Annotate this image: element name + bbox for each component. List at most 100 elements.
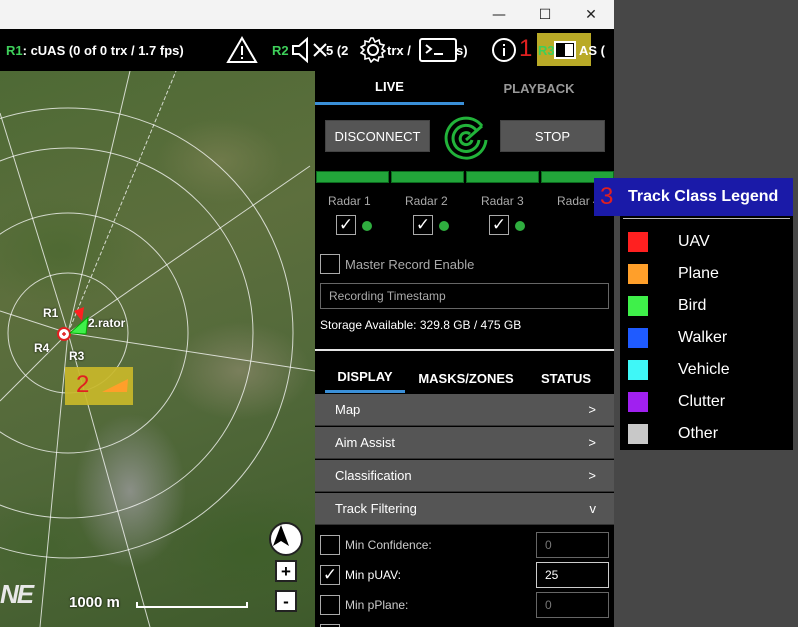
radar-1-column: Radar 1 ✓	[328, 194, 388, 235]
radar-2-health-bar	[391, 171, 464, 183]
min-pplane-label: Min pPlane:	[345, 598, 409, 612]
radar-2-checkbox[interactable]: ✓	[413, 215, 433, 235]
accordion-track-filtering-label: Track Filtering	[335, 501, 417, 516]
map-label-r3: R3	[69, 349, 85, 363]
legend-header: Track Class Legend	[620, 178, 793, 216]
accordion-classification-label: Classification	[335, 468, 412, 483]
map-scale-label: 1000 m	[69, 594, 120, 611]
storage-available-text: Storage Available: 329.8 GB / 475 GB	[320, 318, 522, 332]
min-puav-input[interactable]: 25	[536, 562, 609, 588]
min-confidence-input[interactable]: 0	[536, 532, 609, 558]
legend-swatch	[628, 360, 648, 380]
legend-label: Bird	[678, 297, 707, 314]
radar-2-id: R2	[272, 42, 289, 58]
legend-item: Plane	[628, 261, 719, 287]
radar-2-status[interactable]: 5 (2	[326, 29, 348, 71]
warning-icon[interactable]	[226, 29, 258, 71]
disconnect-button[interactable]: DISCONNECT	[325, 120, 430, 152]
screen: — ☐ ✕ R1 : cUAS (0 of 0 trx / 1.7 fps) R…	[0, 0, 798, 627]
gear-icon[interactable]	[360, 29, 386, 71]
radar-2-text: 5 (2	[326, 42, 349, 58]
radar-3-label: Radar 3	[481, 194, 524, 208]
legend-item: UAV	[628, 229, 710, 255]
legend-swatch	[628, 392, 648, 412]
radar-3-health-bar	[466, 171, 539, 183]
radar-1-health-bar	[316, 171, 389, 183]
tab-playback[interactable]: PLAYBACK	[464, 71, 614, 105]
radar-1-status[interactable]: R1 : cUAS (0 of 0 trx / 1.7 fps)	[6, 29, 184, 71]
track-class-legend: Track Class Legend UAV Plane Bird Walker	[620, 178, 793, 450]
legend-label: Clutter	[678, 393, 726, 410]
toggle-panel-icon[interactable]	[553, 29, 577, 71]
radar-2-id-wrap: R2	[272, 29, 289, 71]
legend-label: UAV	[678, 233, 710, 250]
stop-button[interactable]: STOP	[500, 120, 605, 152]
map-label-r4: R4	[34, 341, 50, 355]
legend-swatch	[628, 264, 648, 284]
chevron-right-icon: >	[588, 468, 596, 483]
radar-1-checkbox[interactable]: ✓	[336, 215, 356, 235]
radar-3-checkbox[interactable]: ✓	[489, 215, 509, 235]
chevron-down-icon: v	[589, 501, 597, 516]
radar-1-label: Radar 1	[328, 194, 371, 208]
min-pplane-input[interactable]: 0	[536, 592, 609, 618]
map-scale-bar	[136, 602, 248, 608]
accordion-aim-assist[interactable]: Aim Assist >	[315, 427, 614, 459]
chevron-right-icon: >	[588, 402, 596, 417]
close-button[interactable]: ✕	[568, 0, 614, 29]
legend-label: Walker	[678, 329, 728, 346]
legend-item: Vehicle	[628, 357, 730, 383]
master-record-checkbox[interactable]	[320, 254, 340, 274]
info-icon[interactable]	[491, 29, 517, 71]
filter-min-confidence: Min Confidence: 0	[315, 532, 614, 560]
legend-item: Other	[628, 421, 718, 447]
min-puav-checkbox[interactable]: ✓	[320, 565, 340, 585]
legend-label: Other	[678, 425, 719, 442]
radar-3-text: AS (	[579, 42, 605, 58]
title-bar: — ☐ ✕	[0, 0, 614, 29]
accordion-classification[interactable]: Classification >	[315, 460, 614, 492]
min-pplane-checkbox[interactable]	[320, 595, 340, 615]
radar-1-id: R1	[6, 42, 23, 58]
brand-logo: NE	[0, 579, 34, 609]
legend-item: Walker	[628, 325, 727, 351]
recording-timestamp-input[interactable]: Recording Timestamp	[320, 283, 609, 309]
min-confidence-checkbox[interactable]	[320, 535, 340, 555]
radar-3-text-wrap: AS (	[579, 29, 605, 71]
map-view[interactable]: R1 2.rator R4 R3 2 + - NE 1000 m	[0, 71, 315, 627]
radar-2-status-dot	[439, 221, 449, 231]
tab-status[interactable]: STATUS	[529, 363, 603, 393]
plane-track-marker[interactable]	[99, 376, 131, 396]
min-confidence-label: Min Confidence:	[345, 538, 432, 552]
bird-track-marker[interactable]	[68, 315, 89, 335]
tab-masks-zones[interactable]: MASKS/ZONES	[411, 363, 521, 393]
radar-1-text: : cUAS (0 of 0 trx / 1.7 fps)	[22, 42, 184, 58]
accordion-map-label: Map	[335, 402, 361, 417]
zoom-out-button[interactable]: -	[275, 590, 297, 612]
legend-label: Plane	[678, 265, 719, 282]
master-record-label: Master Record Enable	[345, 257, 475, 272]
tab-live[interactable]: LIVE	[315, 71, 464, 105]
compass-icon[interactable]	[269, 522, 303, 556]
minimize-button[interactable]: —	[476, 0, 522, 29]
legend-swatch	[628, 328, 648, 348]
chevron-right-icon: >	[588, 435, 596, 450]
app-window: — ☐ ✕ R1 : cUAS (0 of 0 trx / 1.7 fps) R…	[0, 0, 614, 627]
zoom-in-button[interactable]: +	[275, 560, 297, 582]
radar-2-text-c: s)	[456, 42, 468, 58]
recording-timestamp-placeholder: Recording Timestamp	[329, 289, 446, 303]
maximize-button[interactable]: ☐	[522, 0, 568, 29]
legend-swatch	[628, 296, 648, 316]
radar-2-text-b-wrap: trx /	[387, 29, 411, 71]
mute-icon[interactable]	[290, 29, 330, 71]
radar-3-status-dot	[515, 221, 525, 231]
radar-1-status-dot	[362, 221, 372, 231]
accordion-track-filtering[interactable]: Track Filtering v	[315, 493, 614, 525]
radar-3-column: Radar 3 ✓	[481, 194, 541, 235]
tab-display[interactable]: DISPLAY	[325, 363, 405, 393]
accordion-map[interactable]: Map >	[315, 394, 614, 426]
panel-divider	[315, 349, 614, 351]
terminal-icon[interactable]	[418, 29, 458, 71]
control-panel: LIVE PLAYBACK DISCONNECT STOP Radar 1 ✓ …	[315, 71, 614, 627]
callout-1-number: 1	[519, 35, 533, 62]
